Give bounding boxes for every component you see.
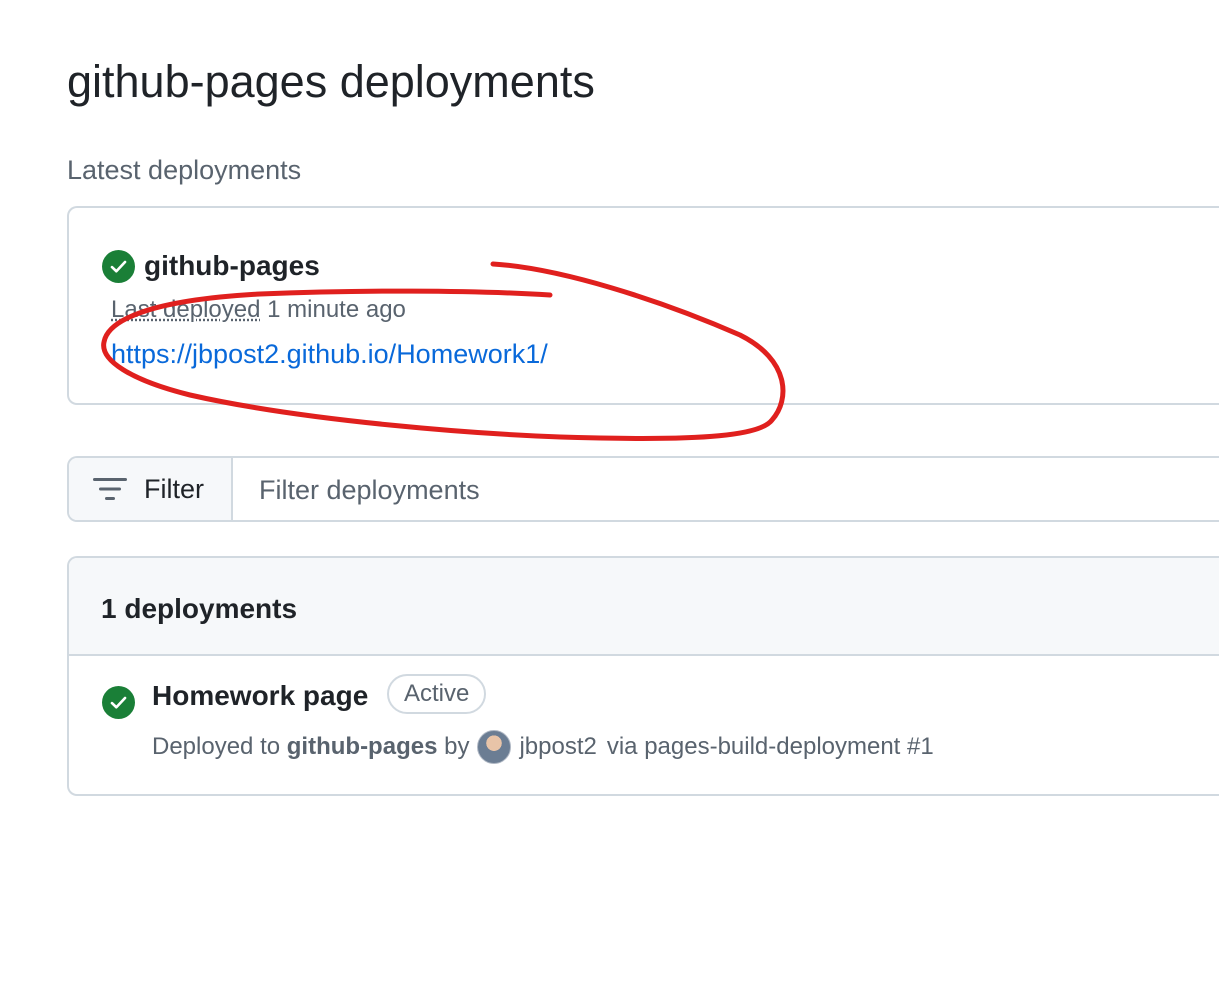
last-deployed-time: 1 minute ago [267,296,406,323]
filter-icon [93,478,127,500]
check-circle-icon [102,686,135,719]
deployment-name-link[interactable]: Homework page [152,678,368,714]
environment-header: github-pages [102,248,320,284]
deployments-list-header: 1 deployments [69,558,1219,656]
user-link[interactable]: jbpost2 [519,731,596,763]
filter-button[interactable]: Filter [69,458,233,520]
deployment-environment-link[interactable]: github-pages [287,731,438,763]
status-badge: Active [387,674,487,714]
deployments-list: 1 deployments Homework page Active Deplo… [67,556,1219,796]
avatar[interactable] [477,730,512,764]
last-deployed-label[interactable]: Last deployed [111,296,260,323]
deployed-to-label: Deployed to [152,733,281,760]
deployments-page: github-pages deployments Latest deployme… [0,0,1219,1006]
last-deployed-text: Last deployed 1 minute ago [111,294,406,326]
filter-bar: Filter [67,456,1219,522]
filter-button-label: Filter [144,474,204,504]
by-label: by [444,733,470,760]
environment-name: github-pages [144,250,320,281]
filter-deployments-input[interactable] [233,458,1219,520]
workflow-run-link[interactable]: via pages-build-deployment #1 [607,731,934,763]
environment-url-link[interactable]: https://jbpost2.github.io/Homework1/ [111,336,548,372]
check-circle-icon [102,249,135,283]
page-title: github-pages deployments [67,56,595,107]
deployments-count: 1 deployments [101,593,298,624]
latest-deployment-card: github-pages Last deployed 1 minute ago … [67,206,1219,405]
deployment-row: Homework page Active Deployed to github-… [69,656,1219,794]
latest-deployments-label: Latest deployments [67,155,302,185]
deployment-meta: Deployed to github-pages by jbpost2 via … [152,730,934,764]
